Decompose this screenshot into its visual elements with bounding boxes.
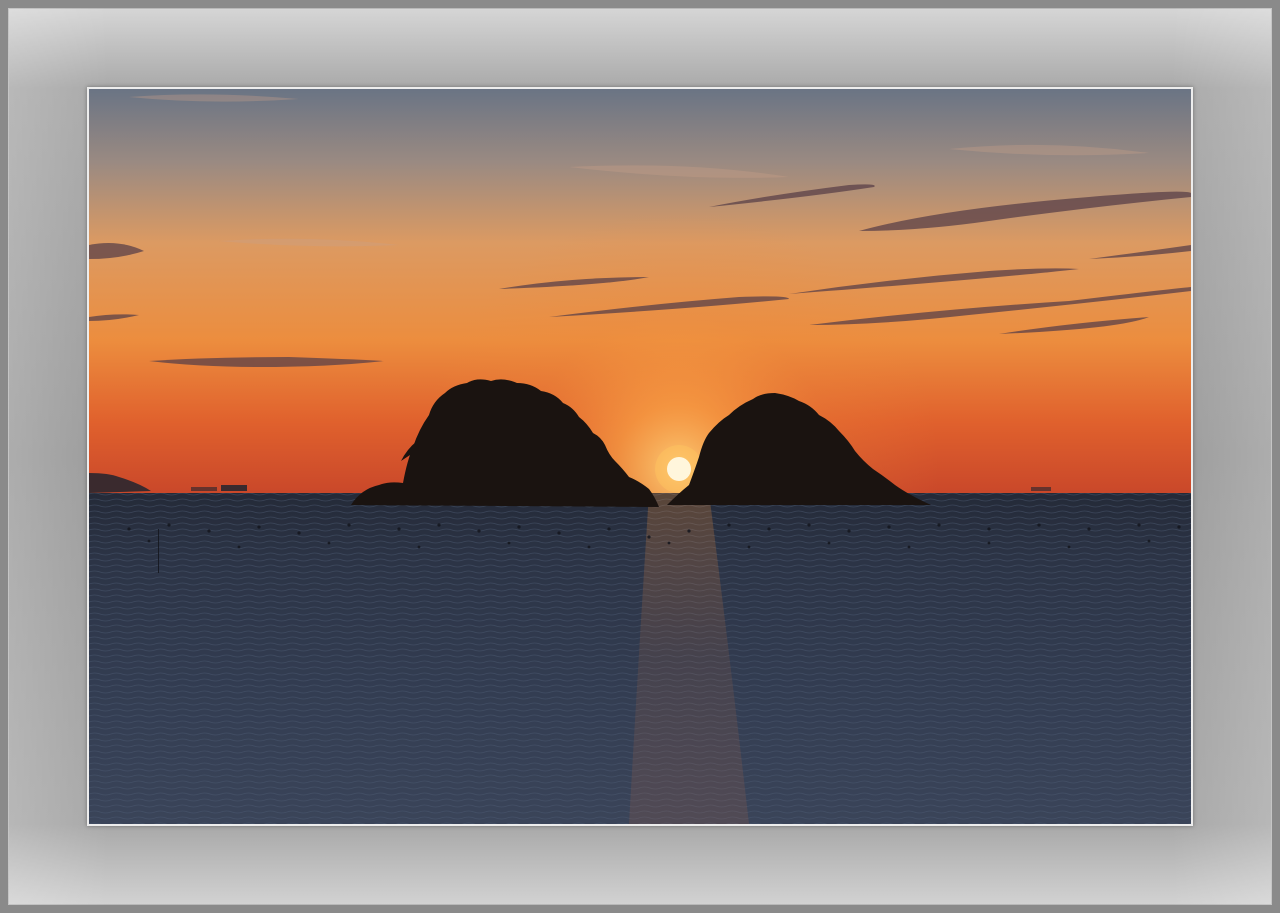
sun: [667, 457, 691, 481]
photo-border: [87, 87, 1193, 826]
sunset-photo: [89, 89, 1191, 824]
picture-frame: [0, 0, 1280, 913]
sunset-scene: [89, 89, 1191, 824]
